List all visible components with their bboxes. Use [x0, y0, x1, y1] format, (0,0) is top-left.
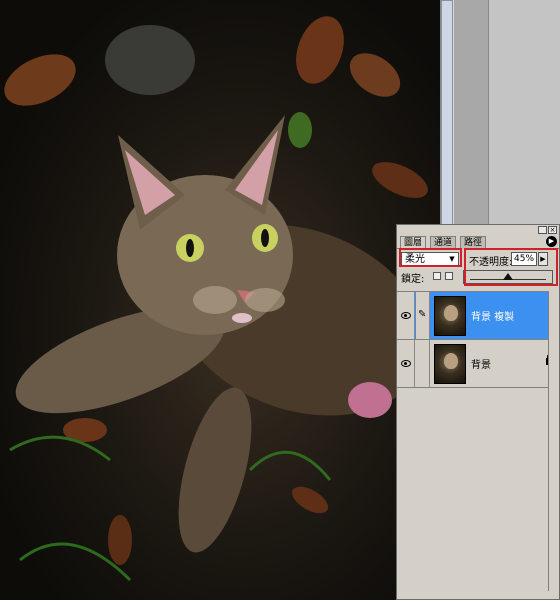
- layer-row-background-copy[interactable]: ✎ 背景 複製: [397, 292, 559, 340]
- blend-mode-highlight: [399, 248, 462, 267]
- visibility-toggle[interactable]: [397, 340, 415, 387]
- eye-icon: [401, 312, 411, 319]
- layers-scrollbar[interactable]: [548, 291, 559, 591]
- link-toggle[interactable]: ✎: [416, 292, 430, 339]
- cat-photo: [4, 16, 428, 582]
- layers-palette: × 圖層 通道 路徑 ▶ 柔光 ▼ 不透明度: 45% ▶ 鎖定: ✎ 背景 複…: [396, 224, 560, 600]
- visibility-toggle[interactable]: [397, 292, 415, 339]
- eye-icon: [401, 360, 411, 367]
- close-button[interactable]: ×: [548, 226, 557, 234]
- palette-menu-icon[interactable]: ▶: [546, 236, 557, 247]
- layer-thumbnail: [434, 296, 466, 336]
- canvas-scrollbar-thumb[interactable]: [441, 0, 453, 225]
- photo-canvas[interactable]: [0, 0, 440, 600]
- layer-name: 背景 複製: [471, 312, 515, 323]
- lock-transparency-checkbox[interactable]: [433, 272, 441, 280]
- layer-name: 背景: [471, 360, 491, 371]
- minimize-button[interactable]: [538, 226, 547, 234]
- layers-list: ✎ 背景 複製 背景: [397, 291, 559, 388]
- lock-pixels-checkbox[interactable]: [445, 272, 453, 280]
- lock-label: 鎖定:: [401, 274, 425, 285]
- layer-thumbnail: [434, 344, 466, 384]
- link-toggle[interactable]: [416, 340, 430, 387]
- palette-tabs: 圖層 通道 路徑 ▶: [397, 235, 559, 250]
- opacity-highlight: [464, 248, 558, 286]
- palette-titlebar[interactable]: ×: [397, 225, 559, 235]
- brush-icon: ✎: [418, 309, 427, 320]
- layer-row-background[interactable]: 背景: [397, 340, 559, 388]
- panel-dock-edge: [488, 0, 560, 225]
